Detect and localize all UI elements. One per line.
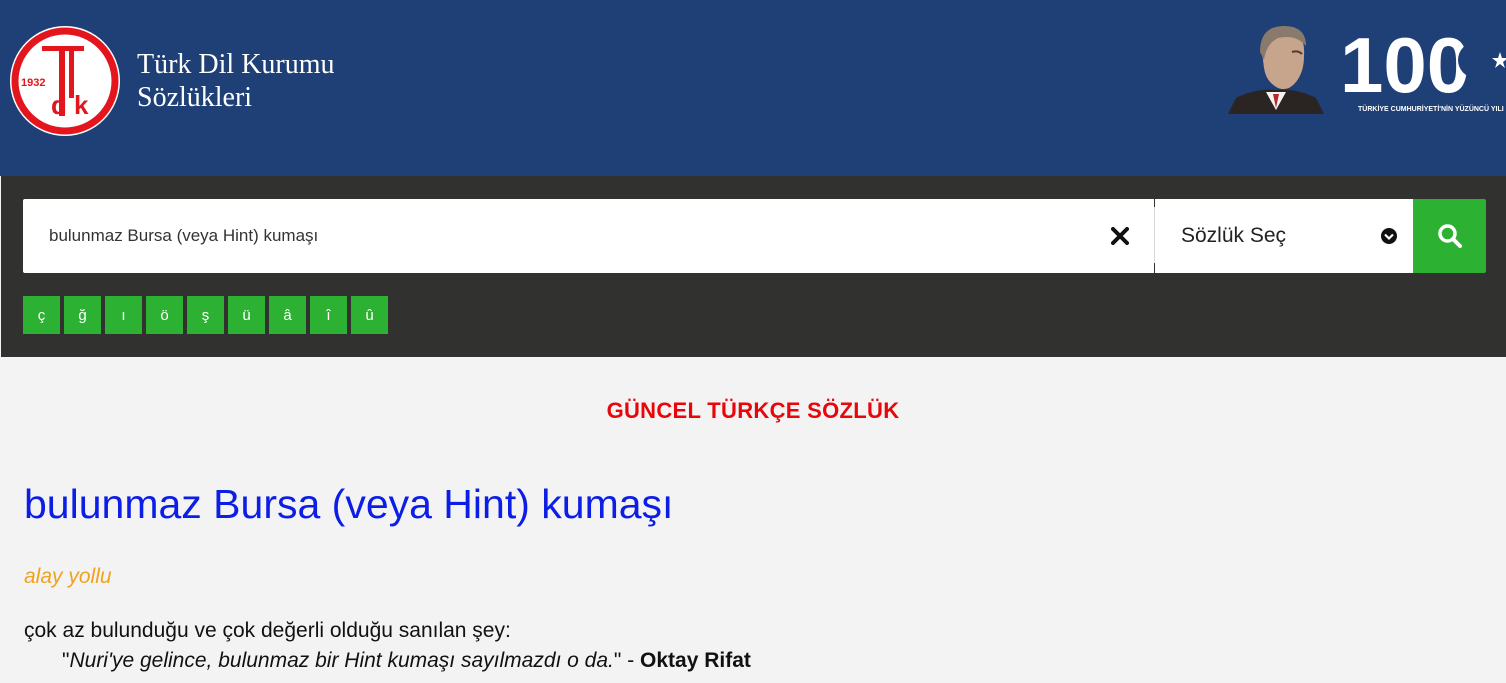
dictionary-select[interactable]: Sözlük Seç [1155, 199, 1413, 273]
centennial-logo: 100 TÜRKİYE CUMHURİYETİ'NİN YÜZÜNCÜ YILI [1340, 22, 1506, 113]
char-button[interactable]: î [310, 296, 347, 334]
char-button[interactable]: ö [146, 296, 183, 334]
centennial-caption: TÜRKİYE CUMHURİYETİ'NİN YÜZÜNCÜ YILI [1358, 104, 1504, 113]
brand-title: Türk Dil Kurumu [137, 49, 335, 80]
example-quote: Nuri'ye gelince, bulunmaz bir Hint kumaş… [69, 649, 614, 672]
char-button[interactable]: ş [187, 296, 224, 334]
svg-text:d: d [51, 90, 67, 120]
logo-year: 1932 [21, 77, 45, 89]
site-header: 1932 d k Türk Dil Kurumu Sözlükleri 100 … [0, 0, 1506, 176]
usage-note: alay yollu [24, 565, 112, 588]
chevron-down-icon [1381, 228, 1397, 244]
search-input[interactable] [23, 199, 1086, 273]
example-sentence: "Nuri'ye gelince, bulunmaz bir Hint kuma… [62, 649, 751, 673]
brand-subtitle: Sözlükleri [137, 82, 253, 113]
char-button[interactable]: ı [105, 296, 142, 334]
search-button[interactable] [1413, 199, 1486, 273]
char-button[interactable]: ç [23, 296, 60, 334]
search-icon [1437, 224, 1462, 248]
clear-search-button[interactable] [1086, 199, 1154, 273]
svg-text:k: k [74, 90, 89, 120]
char-button[interactable]: ğ [64, 296, 101, 334]
char-button[interactable]: û [351, 296, 388, 334]
example-author: Oktay Rifat [640, 649, 751, 672]
ataturk-portrait [1228, 26, 1324, 114]
example-separator: - [621, 649, 641, 672]
headword: bulunmaz Bursa (veya Hint) kumaşı [24, 481, 674, 527]
tdk-logo[interactable]: 1932 d k [8, 24, 122, 138]
char-button[interactable]: â [269, 296, 306, 334]
dictionary-select-label: Sözlük Seç [1181, 224, 1287, 247]
site-brand[interactable]: Türk Dil Kurumu Sözlükleri [137, 48, 335, 114]
dictionary-title: GÜNCEL TÜRKÇE SÖZLÜK [606, 398, 900, 423]
centennial-number: 100 [1340, 22, 1470, 109]
close-icon [1111, 227, 1129, 245]
definition-text: çok az bulunduğu ve çok değerli olduğu s… [24, 619, 511, 642]
char-button[interactable]: ü [228, 296, 265, 334]
special-characters-bar: ç ğ ı ö ş ü â î û [23, 296, 388, 334]
